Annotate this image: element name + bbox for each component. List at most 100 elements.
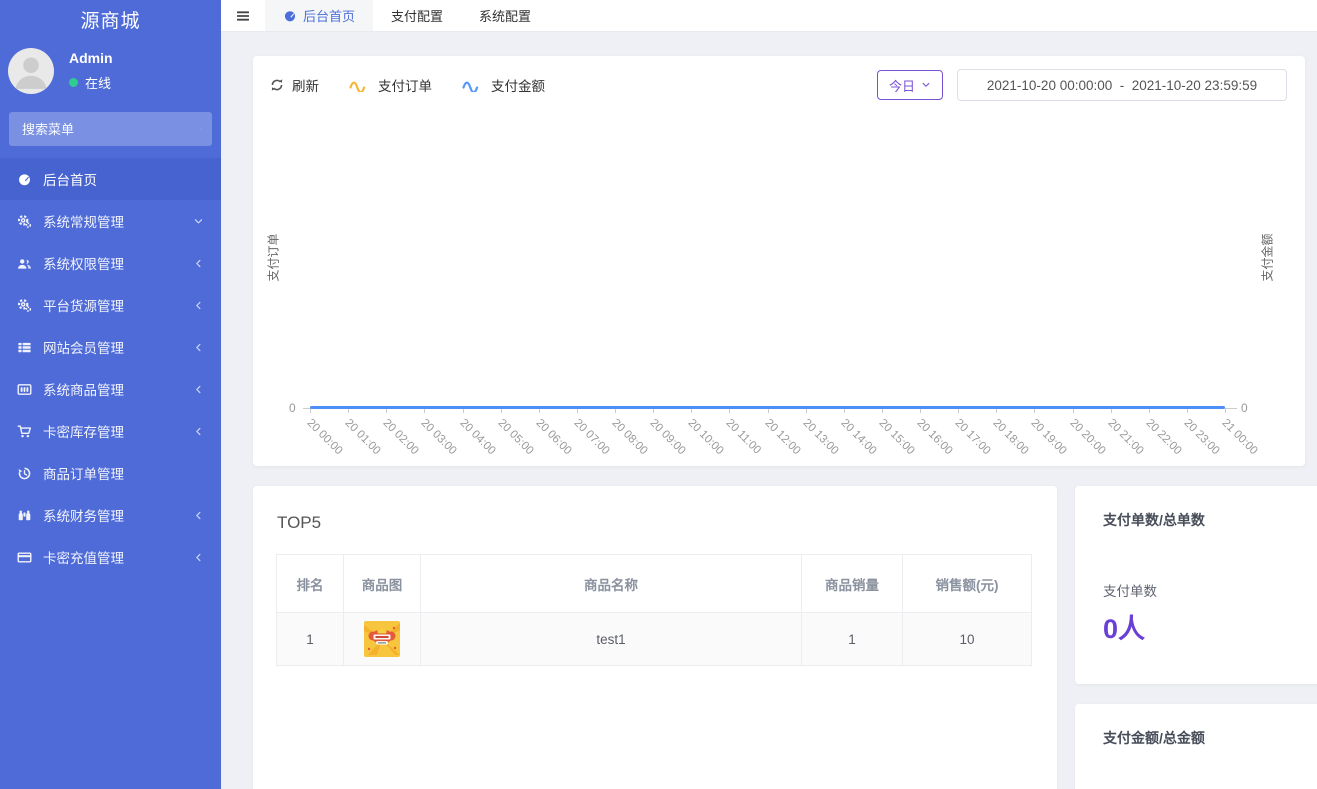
sidebar-item-card-stock[interactable]: 卡密库存管理 bbox=[0, 410, 221, 452]
sidebar-item-label: 商品订单管理 bbox=[43, 463, 204, 483]
sidebar-toggle-button[interactable] bbox=[221, 0, 265, 31]
sidebar-item-label: 卡密充值管理 bbox=[43, 547, 193, 567]
avatar[interactable] bbox=[8, 48, 54, 94]
cogs-icon bbox=[17, 214, 32, 229]
chevron-left-icon bbox=[193, 342, 204, 353]
sidebar-item-label: 系统权限管理 bbox=[43, 253, 193, 273]
legend-label: 支付订单 bbox=[378, 75, 432, 95]
product-image[interactable] bbox=[364, 631, 400, 646]
app-window: 源商城 Admin 在线 后台首页 bbox=[0, 0, 1317, 789]
date-preset-button[interactable]: 今日 bbox=[877, 70, 943, 100]
x-axis-label: 20 00:00 bbox=[305, 417, 345, 457]
sidebar: 源商城 Admin 在线 后台首页 bbox=[0, 0, 221, 789]
axis-tick bbox=[920, 409, 921, 413]
tab-payment-config[interactable]: 支付配置 bbox=[373, 0, 461, 31]
online-status-label: 在线 bbox=[85, 73, 111, 92]
chevron-left-icon bbox=[193, 552, 204, 563]
top5-card: TOP5 排名商品图商品名称商品销量销售额(元) 1 test1 1 10 bbox=[253, 486, 1057, 789]
x-axis-label: 20 18:00 bbox=[991, 417, 1031, 457]
chevron-left-icon bbox=[193, 384, 204, 395]
wave-icon bbox=[462, 79, 483, 92]
axis-tick bbox=[1187, 409, 1188, 413]
x-axis-label: 20 14:00 bbox=[838, 417, 878, 457]
axis-tick bbox=[653, 409, 654, 413]
x-axis-label: 20 07:00 bbox=[571, 417, 611, 457]
sidebar-item-label: 卡密库存管理 bbox=[43, 421, 193, 441]
x-axis-label: 20 03:00 bbox=[419, 417, 459, 457]
sales-cell: 1 bbox=[802, 613, 903, 666]
users-icon bbox=[17, 256, 32, 271]
x-axis-label: 20 13:00 bbox=[800, 417, 840, 457]
refresh-button[interactable]: 刷新 bbox=[270, 75, 319, 95]
card-icon bbox=[17, 382, 32, 397]
sidebar-item-label: 系统商品管理 bbox=[43, 379, 193, 399]
legend-pay-amount[interactable]: 支付金额 bbox=[462, 75, 545, 95]
x-axis-label: 20 23:00 bbox=[1181, 417, 1221, 457]
sidebar-menu: 后台首页 系统常规管理 系统权限管理 平台货源管理 网站会员管理 系统商品管理 … bbox=[0, 158, 221, 578]
table-header-cell: 商品图 bbox=[344, 555, 421, 613]
sidebar-item-goods-order[interactable]: 商品订单管理 bbox=[0, 452, 221, 494]
sidebar-item-system-permission[interactable]: 系统权限管理 bbox=[0, 242, 221, 284]
cart-icon bbox=[17, 424, 32, 439]
refresh-icon bbox=[270, 78, 284, 92]
axis-tick bbox=[615, 409, 616, 413]
sidebar-item-label: 系统常规管理 bbox=[43, 211, 193, 231]
axis-tick bbox=[1225, 409, 1226, 413]
x-axis-label: 20 17:00 bbox=[953, 417, 993, 457]
tab-system-config[interactable]: 系统配置 bbox=[461, 0, 549, 31]
chevron-left-icon bbox=[193, 426, 204, 437]
legend-pay-orders[interactable]: 支付订单 bbox=[349, 75, 432, 95]
sidebar-item-label: 系统财务管理 bbox=[43, 505, 193, 525]
dashboard-icon bbox=[283, 9, 297, 23]
search-input[interactable] bbox=[20, 121, 200, 138]
image-cell bbox=[344, 613, 421, 666]
sidebar-item-system-goods[interactable]: 系统商品管理 bbox=[0, 368, 221, 410]
binoculars-icon bbox=[17, 508, 32, 523]
cogs-icon bbox=[17, 298, 32, 313]
stat-card-pay-orders: 支付单数/总单数 支付单数 0人 bbox=[1075, 486, 1317, 684]
chart-series-line bbox=[310, 406, 1225, 409]
stat-metric-value: 0人 bbox=[1075, 600, 1317, 646]
date-range-input[interactable] bbox=[957, 69, 1287, 101]
name-cell: test1 bbox=[421, 613, 802, 666]
x-axis-label: 20 10:00 bbox=[686, 417, 726, 457]
sidebar-item-site-member[interactable]: 网站会员管理 bbox=[0, 326, 221, 368]
x-axis-label: 20 05:00 bbox=[495, 417, 535, 457]
tab-label: 支付配置 bbox=[391, 6, 443, 25]
y-axis-label-right: 支付金额 bbox=[1259, 218, 1276, 298]
y-axis-tick-right: 0 bbox=[1241, 401, 1248, 415]
axis-tick bbox=[463, 409, 464, 413]
creditcard-icon bbox=[17, 550, 32, 565]
table-header-cell: 商品名称 bbox=[421, 555, 802, 613]
sidebar-item-platform-supply[interactable]: 平台货源管理 bbox=[0, 284, 221, 326]
x-axis-label: 20 04:00 bbox=[457, 417, 497, 457]
table-header-cell: 商品销量 bbox=[802, 555, 903, 613]
x-axis-label: 20 08:00 bbox=[610, 417, 650, 457]
sidebar-item-card-recharge[interactable]: 卡密充值管理 bbox=[0, 536, 221, 578]
x-axis-label: 20 19:00 bbox=[1029, 417, 1069, 457]
sidebar-item-home[interactable]: 后台首页 bbox=[0, 158, 221, 200]
axis-tick bbox=[386, 409, 387, 413]
user-panel: Admin 在线 bbox=[0, 35, 221, 106]
axis-tick bbox=[501, 409, 502, 413]
sidebar-item-system-finance[interactable]: 系统财务管理 bbox=[0, 494, 221, 536]
x-axis-label: 20 15:00 bbox=[876, 417, 916, 457]
sidebar-item-system-general[interactable]: 系统常规管理 bbox=[0, 200, 221, 242]
x-axis-line bbox=[303, 408, 1237, 409]
x-axis-label: 20 12:00 bbox=[762, 417, 802, 457]
tab-home[interactable]: 后台首页 bbox=[265, 0, 373, 31]
dashboard-icon bbox=[17, 172, 32, 187]
axis-tick bbox=[348, 409, 349, 413]
table-header-cell: 销售额(元) bbox=[903, 555, 1032, 613]
x-axis-label: 20 01:00 bbox=[343, 417, 383, 457]
chevron-left-icon bbox=[193, 510, 204, 521]
online-status-dot bbox=[69, 78, 78, 87]
sidebar-item-label: 网站会员管理 bbox=[43, 337, 193, 357]
search-icon[interactable] bbox=[200, 122, 201, 136]
legend-label: 支付金额 bbox=[491, 75, 545, 95]
stat-card-pay-amount: 支付金额/总金额 bbox=[1075, 704, 1317, 789]
axis-tick bbox=[424, 409, 425, 413]
y-axis-tick-left: 0 bbox=[289, 401, 296, 415]
refresh-label: 刷新 bbox=[292, 75, 319, 95]
top5-table: 排名商品图商品名称商品销量销售额(元) 1 test1 1 10 bbox=[276, 554, 1032, 666]
